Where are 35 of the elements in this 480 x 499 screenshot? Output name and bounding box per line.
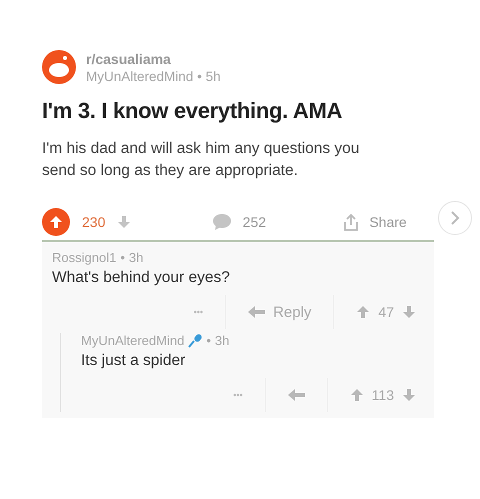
subreddit-name[interactable]: r/casualiama — [86, 50, 221, 66]
comment-score: 113 — [372, 387, 394, 403]
reply-button[interactable] — [264, 378, 328, 412]
comment-author: Rossignol1 — [52, 250, 116, 265]
downvote-button[interactable] — [402, 305, 416, 319]
upvote-button[interactable] — [42, 208, 70, 236]
separator-dot: • — [206, 333, 211, 348]
comment-text: What's behind your eyes? — [52, 269, 231, 287]
comment-author: MyUnAlteredMind — [81, 333, 184, 348]
more-button[interactable]: ••• — [172, 307, 226, 317]
post-score: 230 — [82, 214, 106, 230]
share-button[interactable]: Share — [343, 214, 407, 230]
upvote-button[interactable] — [356, 305, 370, 319]
comment-age: 3h — [128, 250, 144, 265]
more-button[interactable]: ••• — [211, 390, 265, 400]
next-button[interactable] — [438, 201, 472, 235]
community-avatar-icon — [42, 50, 76, 84]
comment-score: 47 — [378, 304, 394, 320]
comment-text: Its just a spider — [81, 352, 186, 370]
downvote-button[interactable] — [402, 388, 416, 402]
chevron-right-icon — [450, 211, 460, 225]
reply-button[interactable]: Reply — [225, 295, 334, 329]
comment-icon — [212, 214, 231, 230]
post-byline: MyUnAlteredMind • 5h — [86, 68, 221, 84]
reply-icon — [248, 306, 266, 318]
comment-age: 3h — [214, 333, 230, 348]
upvote-button[interactable] — [350, 388, 364, 402]
downvote-button[interactable] — [117, 215, 132, 229]
share-icon — [343, 214, 360, 230]
reply-icon — [288, 389, 305, 401]
separator-dot: • — [120, 250, 125, 265]
up-arrow-icon — [49, 215, 63, 229]
post-body: I'm his dad and will ask him any questions you send so long as they are appropriate. — [42, 139, 360, 181]
comment-count[interactable]: 252 — [242, 214, 266, 230]
post-title: I'm 3. I know everything. AMA — [42, 98, 344, 124]
